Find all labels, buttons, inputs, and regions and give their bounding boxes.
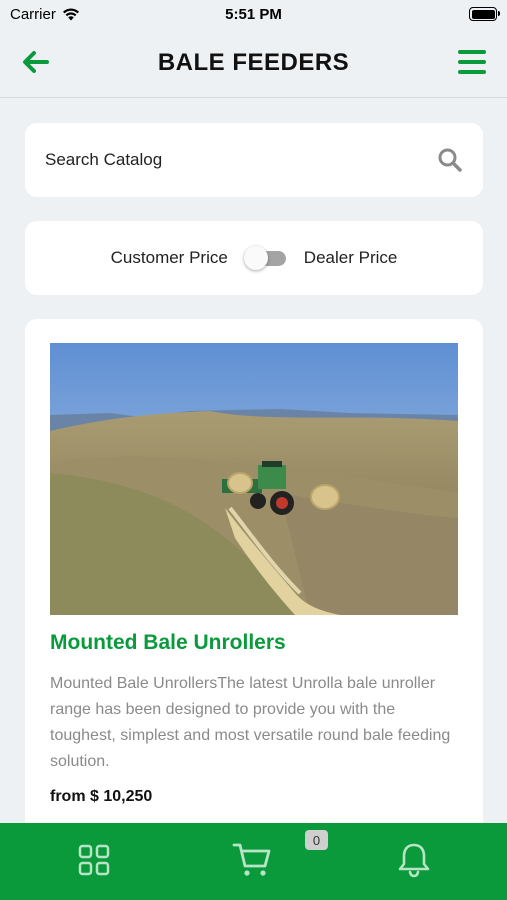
nav-cart-button[interactable]	[230, 840, 274, 880]
nav-notifications-button[interactable]	[392, 840, 436, 880]
battery-icon	[469, 7, 500, 21]
product-image[interactable]	[50, 343, 458, 615]
price-toggle-switch[interactable]	[243, 246, 288, 270]
product-price: from $ 10,250	[50, 788, 153, 805]
nav-catalog-button[interactable]	[72, 840, 116, 880]
customer-price-label: Customer Price	[110, 248, 228, 267]
cart-count-badge: 0	[305, 830, 328, 850]
price-toggle-card: Customer Price Dealer Price	[25, 221, 483, 295]
bottom-nav: 0	[0, 823, 507, 900]
toggle-knob	[243, 246, 268, 270]
status-bar: Carrier 5:51 PM	[0, 0, 507, 28]
status-left: Carrier	[10, 6, 80, 23]
back-button[interactable]	[20, 46, 52, 78]
hamburger-menu-icon	[458, 50, 486, 74]
product-title[interactable]: Mounted Bale Unrollers	[50, 631, 458, 655]
grid-icon	[78, 844, 110, 876]
menu-button[interactable]	[457, 48, 487, 76]
search-icon[interactable]	[437, 147, 463, 173]
wifi-icon	[62, 8, 79, 21]
page-title: BALE FEEDERS	[157, 48, 350, 76]
product-card[interactable]: Mounted Bale Unrollers Mounted Bale Unro…	[25, 319, 483, 839]
bell-icon	[398, 843, 430, 878]
header: BALE FEEDERS	[0, 28, 507, 98]
arrow-left-icon	[23, 51, 49, 73]
product-description: Mounted Bale UnrollersThe latest Unrolla…	[50, 675, 451, 770]
search-placeholder: Search Catalog	[45, 150, 163, 169]
dealer-price-label: Dealer Price	[303, 248, 398, 267]
carrier-label: Carrier	[10, 5, 56, 23]
search-input[interactable]: Search Catalog	[25, 123, 483, 197]
cart-icon	[232, 843, 271, 876]
